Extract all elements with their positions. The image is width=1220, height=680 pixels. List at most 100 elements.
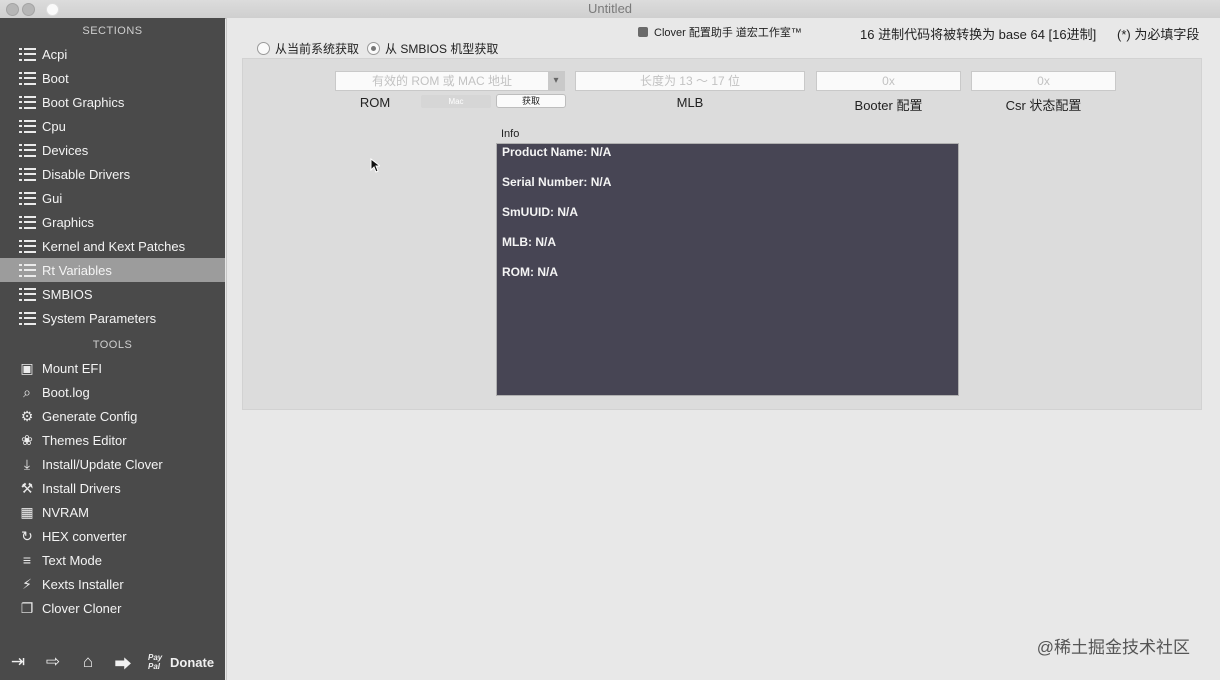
sidebar-item-boot[interactable]: Boot bbox=[0, 66, 225, 90]
donate-label: Donate bbox=[170, 654, 215, 670]
tools-header: TOOLS bbox=[92, 339, 133, 351]
disk-icon: ▣ bbox=[20, 359, 34, 376]
watermark-text: @稀土掘金技术社区 bbox=[1036, 638, 1190, 657]
zoom-window-button[interactable] bbox=[46, 3, 59, 16]
fetch-button[interactable]: 获取 bbox=[496, 94, 566, 108]
sidebar-item-cpu[interactable]: Cpu bbox=[0, 114, 225, 138]
list-icon-wrapper bbox=[18, 190, 36, 206]
list-icon bbox=[18, 263, 36, 277]
tool-item-label: NVRAM bbox=[42, 504, 89, 520]
tool-item-label: Clover Cloner bbox=[42, 600, 122, 616]
required-note: (*) 为必填字段 bbox=[1117, 27, 1200, 42]
tool-item-clover-cloner[interactable]: ❐ Clover Cloner bbox=[0, 596, 225, 620]
tool-item-install-drivers[interactable]: ⚒ Install Drivers bbox=[0, 476, 225, 500]
minimize-window-button[interactable] bbox=[22, 3, 35, 16]
export-icon[interactable]: ⇨ bbox=[43, 652, 63, 672]
radio-smbios-icon[interactable] bbox=[367, 42, 380, 55]
sidebar-item-label: System Parameters bbox=[42, 310, 157, 326]
booter-config-label: Booter 配置 bbox=[854, 98, 923, 113]
clover-helper-checkbox[interactable]: Clover 配置助手 道宏工作室™ bbox=[638, 24, 802, 44]
tool-item-label: HEX converter bbox=[42, 528, 127, 544]
sidebar-item-gui[interactable]: Gui bbox=[0, 186, 225, 210]
list-icon bbox=[18, 215, 36, 229]
plug-icon: ⚡ bbox=[22, 575, 32, 592]
list-icon-wrapper bbox=[18, 310, 36, 326]
sidebar-item-disable-drivers[interactable]: Disable Drivers bbox=[0, 162, 225, 186]
sidebar-item-acpi[interactable]: Acpi bbox=[0, 42, 225, 66]
sidebar-item-label: Boot Graphics bbox=[42, 94, 125, 110]
tools-icon: ⚒ bbox=[20, 479, 34, 496]
sidebar-item-label: Gui bbox=[42, 190, 63, 206]
sidebar-item-system-parameters[interactable]: System Parameters bbox=[0, 306, 225, 330]
sidebar-item-kernel-and-kext-patches[interactable]: Kernel and Kext Patches bbox=[0, 234, 225, 258]
mac-segmented-control[interactable]: Mac bbox=[421, 95, 491, 108]
list-icon bbox=[18, 311, 36, 325]
mlb-input[interactable]: 长度为 13 ～ 17 位 bbox=[575, 71, 805, 91]
sidebar-item-graphics[interactable]: Graphics bbox=[0, 210, 225, 234]
tool-item-label: Install/Update Clover bbox=[42, 456, 163, 472]
info-serial-number: Serial Number: N/A bbox=[502, 175, 612, 189]
rom-combobox[interactable]: 有效的 ROM 或 MAC 地址 ▾ bbox=[335, 71, 565, 91]
home-icon[interactable]: ⌂ bbox=[78, 652, 98, 672]
list-icon-wrapper bbox=[18, 118, 36, 134]
list-icon-wrapper bbox=[18, 262, 36, 278]
donate-button[interactable]: Pay Pal Donate bbox=[148, 653, 214, 671]
sections-header: SECTIONS bbox=[82, 25, 143, 37]
window-titlebar: Untitled bbox=[0, 0, 1220, 19]
radio-smbios[interactable]: 从 SMBIOS 机型获取 bbox=[367, 40, 498, 60]
sidebar-item-boot-graphics[interactable]: Boot Graphics bbox=[0, 90, 225, 114]
list-icon-wrapper bbox=[18, 70, 36, 86]
booter-config-input[interactable]: 0x bbox=[816, 71, 961, 91]
tool-item-nvram[interactable]: ▦ NVRAM bbox=[0, 500, 225, 524]
import-icon[interactable]: ⇥ bbox=[8, 652, 28, 672]
radio-current-system[interactable]: 从当前系统获取 bbox=[257, 40, 359, 60]
csr-config-label: Csr 状态配置 bbox=[1005, 98, 1082, 113]
sidebar-item-label: Graphics bbox=[42, 214, 95, 230]
mouse-cursor-icon bbox=[370, 158, 380, 173]
hex-note: 16 进制代码将被转换为 base 64 [16进制] bbox=[860, 27, 1097, 42]
rt-variables-panel: 有效的 ROM 或 MAC 地址 ▾ ROM Mac 获取 长度为 13 ～ 1… bbox=[242, 58, 1202, 410]
list-icon bbox=[18, 95, 36, 109]
sidebar-item-smbios[interactable]: SMBIOS bbox=[0, 282, 225, 306]
list-icon-wrapper bbox=[18, 214, 36, 230]
log-search-icon: ⌕ bbox=[23, 383, 31, 400]
download-icon: ⤓ bbox=[23, 455, 31, 472]
chevron-down-icon[interactable]: ▾ bbox=[548, 72, 564, 90]
tool-item-label: Generate Config bbox=[42, 408, 138, 424]
csr-config-input[interactable]: 0x bbox=[971, 71, 1116, 91]
sidebar-item-devices[interactable]: Devices bbox=[0, 138, 225, 162]
tool-item-text-mode[interactable]: ≡ Text Mode bbox=[0, 548, 225, 572]
tool-item-kexts-installer[interactable]: ⚡ Kexts Installer bbox=[0, 572, 225, 596]
tool-item-generate-config[interactable]: ⚙ Generate Config bbox=[0, 404, 225, 428]
tool-item-label: Kexts Installer bbox=[42, 576, 124, 592]
list-icon bbox=[18, 71, 36, 85]
tool-item-boot-log[interactable]: ⌕ Boot.log bbox=[0, 380, 225, 404]
sidebar-bottom-bar: ⇥ ⇨ ⌂ ⮕ Pay Pal Donate bbox=[0, 644, 225, 680]
sidebar: SECTIONS Acpi Boot Boot Graphics Cpu Devices… bbox=[0, 18, 225, 680]
tool-item-install-update-clover[interactable]: ⤓ Install/Update Clover bbox=[0, 452, 225, 476]
convert-icon: ↻ bbox=[21, 527, 33, 544]
radio-current-icon[interactable] bbox=[257, 42, 270, 55]
sidebar-item-rt-variables[interactable]: Rt Variables bbox=[0, 258, 225, 282]
sidebar-item-label: Acpi bbox=[42, 46, 68, 62]
info-textview[interactable]: Product Name: N/A Serial Number: N/A SmU… bbox=[496, 143, 959, 396]
palette-icon: ❀ bbox=[21, 431, 33, 448]
info-rom: ROM: N/A bbox=[502, 265, 558, 279]
rom-input[interactable]: 有效的 ROM 或 MAC 地址 bbox=[372, 74, 512, 88]
tool-item-label: Text Mode bbox=[42, 552, 102, 568]
close-window-button[interactable] bbox=[6, 3, 19, 16]
list-icon-wrapper bbox=[18, 166, 36, 182]
gears-icon: ⚙ bbox=[20, 407, 34, 424]
share-icon[interactable]: ⮕ bbox=[113, 652, 133, 674]
main-content: 从当前系统获取 从 SMBIOS 机型获取 Clover 配置助手 道宏工作室™… bbox=[226, 18, 1220, 680]
window-title: Untitled bbox=[587, 1, 633, 16]
tool-item-themes-editor[interactable]: ❀ Themes Editor bbox=[0, 428, 225, 452]
info-mlb: MLB: N/A bbox=[502, 235, 556, 249]
tool-item-hex-converter[interactable]: ↻ HEX converter bbox=[0, 524, 225, 548]
sidebar-item-label: Kernel and Kext Patches bbox=[42, 238, 186, 254]
info-title: Info bbox=[501, 128, 520, 140]
sidebar-item-label: Rt Variables bbox=[42, 262, 112, 278]
checkbox-icon[interactable] bbox=[638, 27, 648, 37]
tool-item-label: Mount EFI bbox=[42, 360, 102, 376]
tool-item-mount-efi[interactable]: ▣ Mount EFI bbox=[0, 356, 225, 380]
